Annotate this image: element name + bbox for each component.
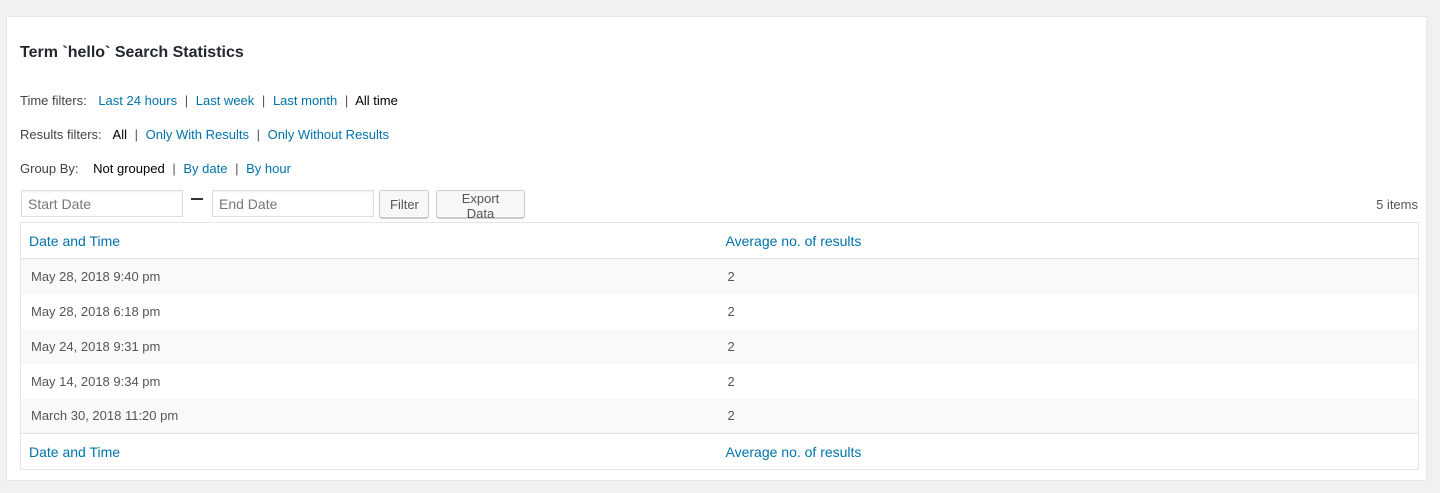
cell-date-and-time: May 24, 2018 9:31 pm — [31, 338, 161, 354]
table-row: May 24, 2018 9:31 pm 2 — [20, 328, 1419, 364]
results-filters: Results filters: All | Only With Results… — [20, 127, 389, 142]
separator: | — [344, 93, 349, 108]
group-by-not-grouped[interactable]: Not grouped — [93, 161, 165, 176]
time-filter-last-week[interactable]: Last week — [196, 93, 255, 108]
results-filter-all[interactable]: All — [113, 127, 127, 142]
cell-date-and-time: May 28, 2018 9:40 pm — [31, 268, 161, 284]
filter-button[interactable]: Filter — [379, 190, 429, 218]
date-range-dash — [191, 198, 203, 200]
time-filter-all-time[interactable]: All time — [355, 93, 398, 108]
separator: | — [134, 127, 139, 142]
separator: | — [256, 127, 260, 142]
results-filter-only-with-results[interactable]: Only With Results — [146, 127, 249, 142]
group-by-label: Group By: — [20, 161, 79, 176]
cell-average-results: 2 — [727, 373, 735, 389]
cell-average-results: 2 — [727, 338, 735, 354]
separator: | — [261, 93, 266, 108]
cell-date-and-time: March 30, 2018 11:20 pm — [31, 408, 179, 424]
separator: | — [184, 93, 189, 108]
stats-panel: Term `hello` Search Statistics Time filt… — [6, 16, 1427, 481]
separator: | — [172, 161, 176, 176]
table-row: May 28, 2018 6:18 pm 2 — [21, 294, 1419, 329]
results-filters-label: Results filters: — [20, 127, 102, 142]
column-footer-date-and-time[interactable]: Date and Time — [21, 434, 718, 470]
stats-table: Date and Time Average no. of results May… — [20, 222, 1419, 470]
table-header-row: Date and Time Average no. of results — [20, 223, 1419, 259]
results-filter-only-without-results[interactable]: Only Without Results — [268, 127, 389, 142]
time-filters: Time filters: Last 24 hours | Last week … — [20, 93, 398, 108]
group-by-hour[interactable]: By hour — [246, 161, 291, 176]
time-filter-last-24-hours[interactable]: Last 24 hours — [98, 93, 177, 108]
column-footer-average-results[interactable]: Average no. of results — [718, 434, 1419, 470]
table-footer-row: Date and Time Average no. of results — [20, 433, 1419, 470]
separator: | — [235, 161, 239, 176]
end-date-input[interactable] — [212, 190, 374, 217]
group-by-filters: Group By: Not grouped | By date | By hou… — [20, 161, 291, 176]
table-row: May 14, 2018 9:34 pm 2 — [21, 364, 1419, 399]
export-data-button[interactable]: Export Data — [436, 190, 525, 221]
time-filter-last-month[interactable]: Last month — [273, 93, 337, 108]
group-by-date[interactable]: By date — [183, 161, 227, 176]
column-header-average-results[interactable]: Average no. of results — [718, 223, 1419, 259]
table-row: May 28, 2018 9:40 pm 2 — [20, 258, 1419, 294]
cell-date-and-time: May 28, 2018 6:18 pm — [31, 303, 161, 319]
page-title: Term `hello` Search Statistics — [20, 44, 244, 61]
time-filters-label: Time filters: — [20, 93, 87, 108]
items-count: 5 items — [1376, 197, 1418, 212]
cell-average-results: 2 — [727, 408, 735, 424]
cell-date-and-time: May 14, 2018 9:34 pm — [31, 373, 161, 389]
table-row: March 30, 2018 11:20 pm 2 — [20, 398, 1419, 434]
cell-average-results: 2 — [727, 268, 735, 284]
start-date-input[interactable] — [21, 190, 183, 217]
column-header-date-and-time[interactable]: Date and Time — [21, 223, 718, 259]
cell-average-results: 2 — [727, 303, 735, 319]
